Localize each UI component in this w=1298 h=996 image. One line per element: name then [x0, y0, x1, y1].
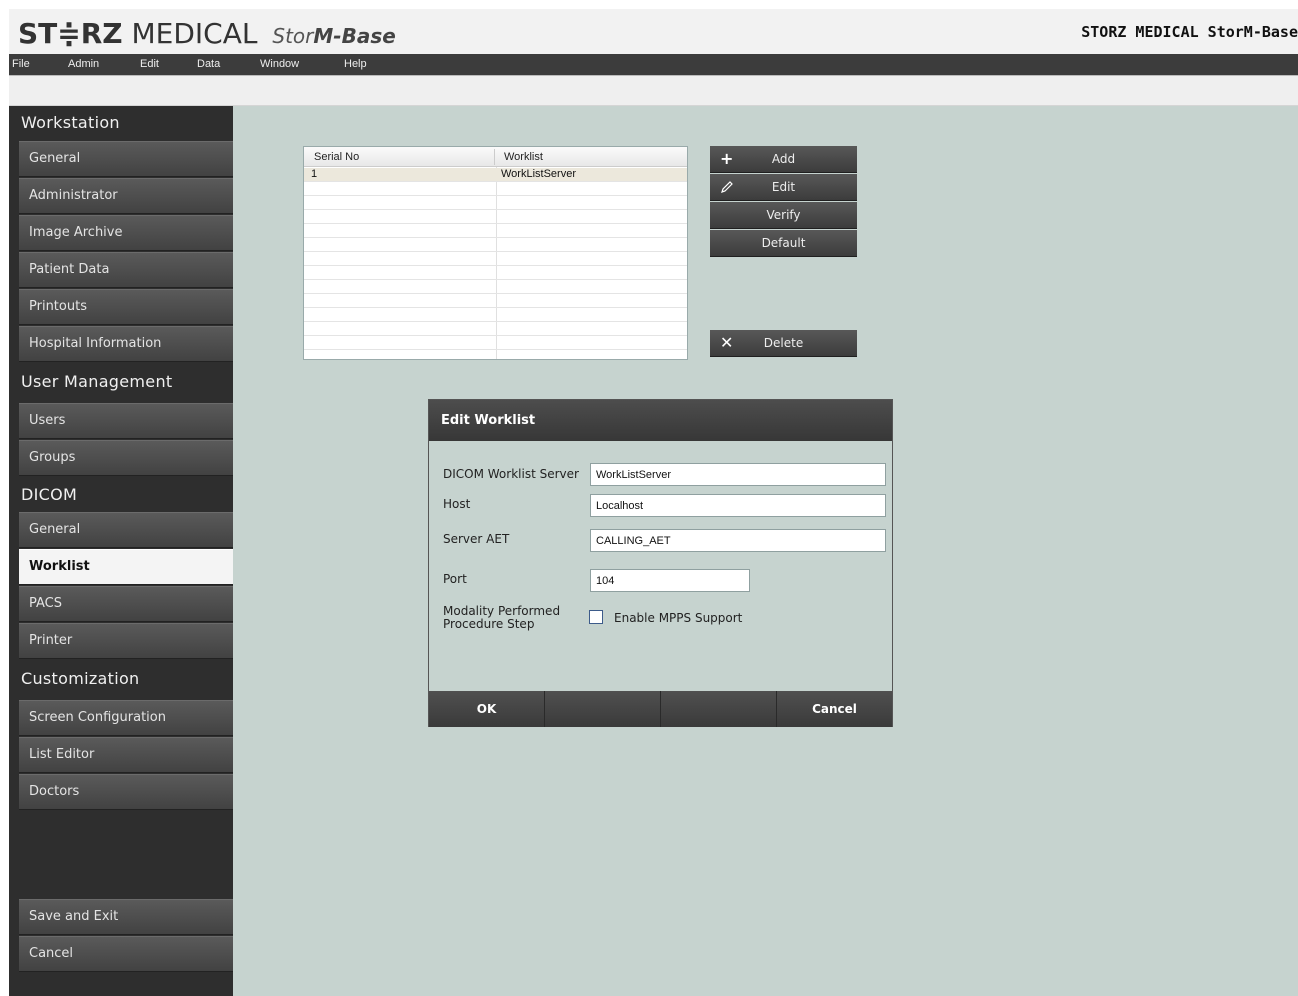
sidebar-item-patient-data[interactable]: Patient Data: [19, 252, 233, 288]
toolbar-strip: [9, 75, 1298, 106]
menu-window[interactable]: Window: [260, 58, 299, 70]
host-label: Host: [443, 497, 471, 511]
sidebar-cancel-button[interactable]: Cancel: [19, 936, 233, 972]
section-workstation: Workstation: [21, 113, 120, 132]
sidebar-item-printouts[interactable]: Printouts: [19, 289, 233, 325]
delete-button-label: Delete: [763, 336, 804, 350]
menu-file[interactable]: File: [12, 58, 30, 70]
verify-button[interactable]: Verify: [710, 202, 857, 229]
mpps-label-line-2: Procedure Step: [443, 617, 535, 631]
worklist-server-input[interactable]: [590, 463, 886, 486]
sidebar-item-users[interactable]: Users: [19, 403, 233, 439]
dialog-title: Edit Worklist: [429, 400, 892, 441]
table-row-empty: [304, 280, 687, 294]
table-row-empty: [304, 224, 687, 238]
logo-product-b: M-Base: [313, 24, 396, 48]
logo-brand-bold: ST≑RZ: [18, 17, 123, 50]
table-header: Serial No Worklist: [304, 147, 687, 167]
add-button[interactable]: + Add: [710, 146, 857, 173]
table-row-empty: [304, 196, 687, 210]
sidebar-item-doctors[interactable]: Doctors: [19, 774, 233, 810]
sidebar-item-list-editor[interactable]: List Editor: [19, 737, 233, 773]
logo: ST≑RZ MEDICAL StorM-Base: [18, 19, 396, 51]
table-row-empty: [304, 252, 687, 266]
sidebar-item-general[interactable]: General: [19, 141, 233, 177]
table-row-empty: [304, 210, 687, 224]
column-header-worklist[interactable]: Worklist: [504, 151, 543, 163]
table-row-empty: [304, 266, 687, 280]
footer-spacer: [545, 691, 661, 727]
default-button-label: Default: [761, 236, 806, 250]
dialog-cancel-button[interactable]: Cancel: [777, 691, 892, 727]
server-label: DICOM Worklist Server: [443, 467, 579, 481]
cell-serial-no: 1: [311, 168, 318, 180]
logo-product: StorM-Base: [272, 24, 395, 48]
worklist-table: Serial No Worklist 1 WorkListServer: [303, 146, 688, 360]
sidebar-item-image-archive[interactable]: Image Archive: [19, 215, 233, 251]
edit-worklist-dialog: Edit Worklist DICOM Worklist Server Host…: [428, 399, 893, 727]
sidebar-item-pacs[interactable]: PACS: [19, 586, 233, 622]
sidebar: Workstation General Administrator Image …: [9, 106, 233, 996]
logo-product-a: Stor: [272, 24, 314, 48]
logo-brand-light: MEDICAL: [131, 17, 258, 50]
table-row-empty: [304, 238, 687, 252]
server-aet-label: Server AET: [443, 532, 510, 546]
sidebar-item-screen-configuration[interactable]: Screen Configuration: [19, 700, 233, 736]
table-row-empty: [304, 294, 687, 308]
port-input[interactable]: [590, 569, 750, 592]
menu-bar: File Admin Edit Data Window Help: [9, 54, 1298, 75]
host-input[interactable]: [590, 494, 886, 517]
menu-admin[interactable]: Admin: [68, 58, 99, 70]
sidebar-item-hospital-information[interactable]: Hospital Information: [19, 326, 233, 362]
add-button-label: Add: [771, 152, 796, 166]
save-and-exit-button[interactable]: Save and Exit: [19, 899, 233, 935]
title-bar: ST≑RZ MEDICAL StorM-Base STORZ MEDICAL S…: [9, 9, 1298, 54]
footer-spacer: [661, 691, 777, 727]
table-row-empty: [304, 308, 687, 322]
menu-edit[interactable]: Edit: [140, 58, 159, 70]
sidebar-item-printer[interactable]: Printer: [19, 623, 233, 659]
cell-worklist: WorkListServer: [501, 168, 576, 180]
section-user-management: User Management: [21, 372, 173, 391]
dialog-footer: OK Cancel: [429, 691, 892, 727]
sidebar-item-groups[interactable]: Groups: [19, 440, 233, 476]
default-button[interactable]: Default: [710, 230, 857, 257]
table-row-empty: [304, 322, 687, 336]
edit-button[interactable]: Edit: [710, 174, 857, 201]
ok-button[interactable]: OK: [429, 691, 545, 727]
section-customization: Customization: [21, 669, 140, 688]
menu-help[interactable]: Help: [344, 58, 367, 70]
app-window: ST≑RZ MEDICAL StorM-Base STORZ MEDICAL S…: [0, 0, 1298, 996]
table-row-empty: [304, 182, 687, 196]
sidebar-item-administrator[interactable]: Administrator: [19, 178, 233, 214]
sidebar-item-worklist[interactable]: Worklist: [19, 549, 233, 585]
port-label: Port: [443, 572, 467, 586]
section-dicom: DICOM: [21, 485, 78, 504]
sidebar-item-dicom-general[interactable]: General: [19, 512, 233, 548]
mpps-label: Modality Performed Procedure Step: [443, 605, 560, 631]
table-row[interactable]: 1 WorkListServer: [304, 168, 687, 182]
window-title: STORZ MEDICAL StorM-Base: [1081, 23, 1298, 41]
server-aet-input[interactable]: [590, 529, 886, 552]
delete-button[interactable]: ✕ Delete: [710, 330, 857, 357]
menu-data[interactable]: Data: [197, 58, 220, 70]
column-header-serial-no[interactable]: Serial No: [314, 151, 359, 163]
verify-button-label: Verify: [766, 208, 801, 222]
mpps-checkbox[interactable]: [589, 610, 603, 624]
main-panel: Serial No Worklist 1 WorkListServer + Ad…: [233, 106, 1298, 996]
mpps-checkbox-label[interactable]: Enable MPPS Support: [614, 611, 742, 625]
edit-button-label: Edit: [771, 180, 796, 194]
table-row-empty: [304, 336, 687, 350]
